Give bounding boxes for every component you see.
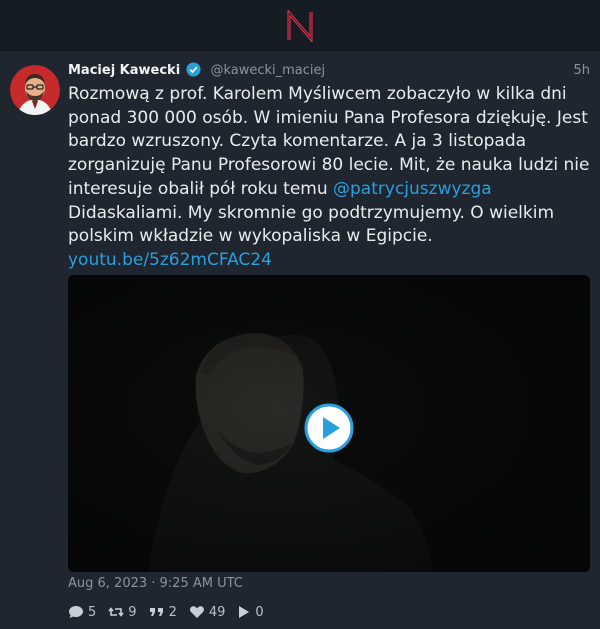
quote-icon bbox=[149, 608, 163, 616]
plays-stat[interactable]: 0 bbox=[237, 604, 264, 620]
likes-stat[interactable]: 49 bbox=[189, 604, 226, 620]
tweet-header: Maciej Kawecki @kawecki_maciej 5h bbox=[68, 61, 590, 81]
tweet-stats: 5 9 2 49 0 bbox=[68, 602, 276, 622]
username-link[interactable]: @kawecki_maciej bbox=[210, 63, 325, 78]
tweet-date[interactable]: Aug 6, 2023 · 9:25 AM UTC bbox=[68, 576, 243, 591]
video-player[interactable] bbox=[68, 275, 590, 572]
youtube-link[interactable]: youtu.be/5z62mCFAC24 bbox=[68, 250, 272, 270]
retweets-count: 9 bbox=[128, 604, 137, 620]
avatar[interactable] bbox=[10, 65, 60, 115]
replies-stat[interactable]: 5 bbox=[68, 605, 96, 620]
tweet-card: Maciej Kawecki @kawecki_maciej 5h Rozmow… bbox=[0, 51, 600, 629]
fullname-link[interactable]: Maciej Kawecki bbox=[68, 63, 180, 78]
verified-badge-icon bbox=[186, 62, 201, 77]
tweet-text-part: Rozmową z prof. Karolem Myśliwcem zobacz… bbox=[68, 84, 590, 199]
comment-icon bbox=[69, 606, 83, 618]
heart-icon bbox=[189, 606, 204, 618]
tweet-text-part: Didaskaliami. My skromnie go podtrzymuje… bbox=[68, 202, 555, 247]
quotes-stat[interactable]: 2 bbox=[149, 605, 177, 620]
retweet-icon bbox=[108, 607, 124, 617]
nitter-logo-icon[interactable] bbox=[286, 10, 314, 42]
plays-count: 0 bbox=[255, 604, 264, 620]
play-button-icon[interactable] bbox=[304, 403, 354, 453]
play-icon bbox=[239, 606, 250, 618]
quotes-count: 2 bbox=[168, 604, 177, 620]
top-navbar bbox=[0, 0, 600, 51]
mention-link[interactable]: @patrycjuszwyzga bbox=[333, 179, 492, 199]
tweet-content: Rozmową z prof. Karolem Myśliwcem zobacz… bbox=[68, 83, 592, 273]
replies-count: 5 bbox=[88, 604, 97, 620]
likes-count: 49 bbox=[208, 604, 226, 620]
tweet-time-link[interactable]: 5h bbox=[573, 61, 590, 81]
retweets-stat[interactable]: 9 bbox=[108, 604, 137, 620]
